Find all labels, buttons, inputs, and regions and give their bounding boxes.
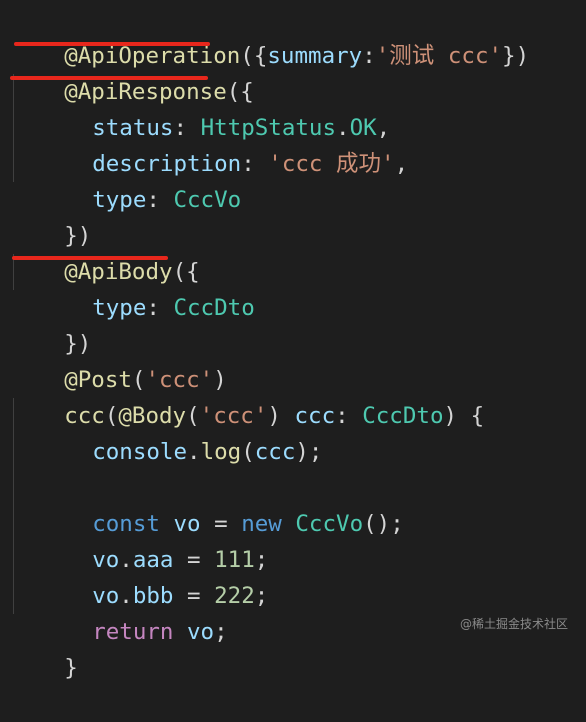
code-line-14: const vo = new CccVo(); [38, 470, 404, 537]
token-punct: (); [363, 511, 404, 537]
code-line-6: }) [10, 182, 91, 249]
code-line-11: ccc(@Body('ccc') ccc: CccDto) { [10, 362, 484, 429]
code-line-17: return vo; [38, 578, 227, 645]
annotation-underline-apioperation [14, 42, 210, 46]
code-line-10: @Post('ccc') [10, 326, 227, 393]
annotation-underline-apiresponse [10, 76, 208, 80]
code-line-16: vo.bbb = 222; [38, 542, 268, 609]
token-type: CccVo [281, 511, 364, 537]
token-function: log [200, 439, 242, 465]
code-editor: @ApiOperation({summary:'测试 ccc'}) @ApiRe… [0, 0, 586, 681]
token-punct: }) [502, 43, 530, 69]
annotation-underline-apibody [12, 256, 168, 260]
token-property: type [92, 295, 147, 321]
token-type: CccDto [173, 295, 255, 321]
token-variable: vo [173, 619, 215, 645]
code-line-4: description: 'ccc 成功', [38, 110, 408, 177]
code-line-5: type: CccVo [38, 146, 241, 213]
token-object: console [92, 439, 188, 465]
token-punct: ) [443, 403, 458, 429]
token-punct: : [146, 295, 174, 321]
token-punct: : [241, 151, 269, 177]
token-punct: : [362, 43, 376, 69]
token-punct: ; [214, 619, 228, 645]
token-property: summary [267, 43, 363, 69]
code-line-15: vo.aaa = 111; [38, 506, 268, 573]
token-type: CccVo [173, 187, 242, 213]
watermark: @稀土掘金技术社区 [459, 617, 568, 631]
token-punct: ); [295, 439, 323, 465]
token-punct: ( [241, 439, 255, 465]
token-punct: . [187, 439, 201, 465]
token-string: '测试 ccc' [375, 43, 503, 69]
token-punct: : [146, 187, 174, 213]
code-line-9: }) [10, 290, 91, 357]
token-argument: ccc [254, 439, 296, 465]
token-punct: { [457, 403, 485, 429]
token-punct: , [394, 151, 409, 177]
token-keyword: return [92, 619, 174, 645]
code-line-12: console.log(ccc); [38, 398, 322, 465]
code-line-1: @ApiOperation({summary:'测试 ccc'}) [10, 2, 529, 69]
code-line-18: } [10, 614, 78, 681]
token-punct: } [64, 655, 78, 681]
code-line-7: @ApiBody({ [10, 218, 199, 285]
token-punct: ; [254, 583, 269, 609]
token-punct: : [335, 403, 363, 429]
token-property: type [92, 187, 147, 213]
token-type: CccDto [362, 403, 444, 429]
token-string: 'ccc 成功' [268, 151, 395, 177]
